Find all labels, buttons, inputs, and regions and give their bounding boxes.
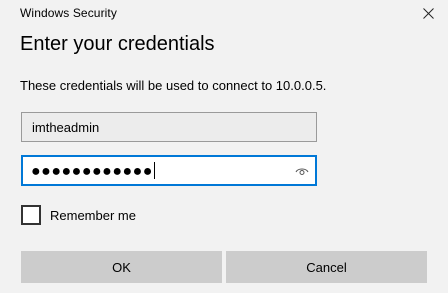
remember-me-checkbox[interactable] [21, 205, 41, 225]
dialog-heading: Enter your credentials [20, 33, 215, 55]
title-bar: Windows Security [0, 0, 448, 26]
password-field[interactable]: ●●●●●●●●●●●● [21, 155, 317, 186]
close-button[interactable] [408, 0, 448, 26]
ok-button[interactable]: OK [21, 251, 222, 283]
remember-me-label: Remember me [50, 207, 136, 223]
remember-me-row[interactable]: Remember me [21, 204, 136, 226]
cancel-button[interactable]: Cancel [226, 251, 427, 283]
password-masked-text: ●●●●●●●●●●●● [31, 162, 155, 180]
close-icon [422, 7, 434, 19]
credentials-dialog: Windows Security Enter your credentials … [0, 0, 448, 293]
text-caret [153, 162, 155, 179]
eye-icon[interactable] [295, 164, 309, 178]
dialog-description: These credentials will be used to connec… [20, 78, 327, 93]
username-input[interactable] [21, 112, 317, 142]
app-title: Windows Security [20, 6, 117, 20]
